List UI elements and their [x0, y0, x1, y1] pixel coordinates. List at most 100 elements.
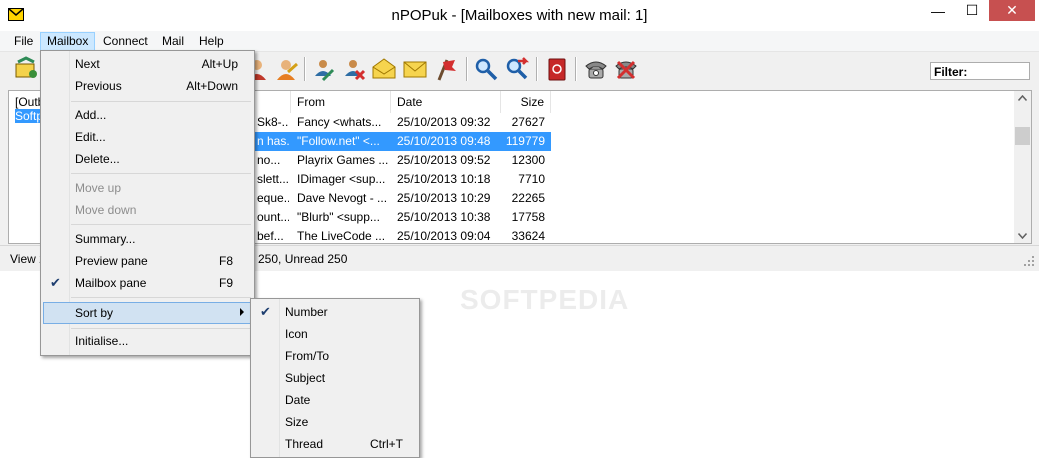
dial-up-icon[interactable]: [582, 55, 610, 83]
row-from: Dave Nevogt - ...: [297, 191, 388, 205]
sort-item-size[interactable]: Size: [253, 412, 415, 432]
menu-item-label: Move up: [75, 181, 122, 195]
filter-field[interactable]: Filter:: [930, 62, 1030, 80]
row-size: 12300: [511, 153, 545, 167]
maximize-button[interactable]: ☐: [955, 0, 989, 21]
menu-item-initialise[interactable]: Initialise...: [43, 331, 250, 351]
column-header-from[interactable]: From: [291, 91, 391, 113]
mailbox-softpedia[interactable]: Softp: [15, 109, 43, 123]
table-row-selected[interactable]: n has... "Follow.net" <... 25/10/2013 09…: [251, 132, 551, 151]
menu-item-preview-pane[interactable]: Preview pane F8: [43, 251, 250, 271]
sort-item-date[interactable]: Date: [253, 390, 415, 410]
menu-connect[interactable]: Connect: [97, 33, 154, 50]
sort-item-from-to[interactable]: From/To: [253, 346, 415, 366]
check-send-receive-icon[interactable]: [12, 55, 40, 83]
search-icon[interactable]: [472, 55, 500, 83]
row-size: 27627: [511, 115, 545, 129]
status-counts: 250, Unread 250: [258, 252, 348, 266]
sort-item-number[interactable]: ✔ Number: [253, 302, 415, 322]
menu-separator: [71, 328, 251, 329]
table-row[interactable]: bef... The LiveCode ... 25/10/2013 09:04…: [251, 227, 551, 243]
row-date: 25/10/2013 10:18: [397, 172, 491, 186]
menu-item-label: Next: [75, 57, 100, 71]
mailbox-menu: Next Alt+Up Previous Alt+Down Add... Edi…: [40, 50, 255, 356]
envelope-open-icon[interactable]: [370, 55, 398, 83]
menu-item-delete[interactable]: Delete...: [43, 149, 250, 169]
row-subject: ount...: [257, 210, 289, 224]
menu-item-move-up: Move up: [43, 178, 250, 198]
menu-item-label: Move down: [75, 203, 137, 217]
column-header-date[interactable]: Date: [391, 91, 501, 113]
check-icon: ✔: [260, 304, 271, 319]
row-subject: slett...: [257, 172, 289, 186]
menu-item-label: Preview pane: [75, 254, 148, 268]
row-size: 7710: [518, 172, 545, 186]
menu-item-shortcut: Alt+Up: [201, 57, 238, 71]
close-button[interactable]: ✕: [989, 0, 1035, 21]
vertical-scrollbar[interactable]: [1014, 91, 1031, 243]
toolbar-separator: [536, 57, 538, 81]
menu-item-next[interactable]: Next Alt+Up: [43, 54, 250, 74]
check-mail-icon[interactable]: [310, 55, 338, 83]
row-from: Playrix Games ...: [297, 153, 389, 167]
search-next-icon[interactable]: [503, 55, 531, 83]
table-row[interactable]: no... Playrix Games ... 25/10/2013 09:52…: [251, 151, 551, 170]
row-date: 25/10/2013 09:52: [397, 153, 491, 167]
menu-file[interactable]: File: [8, 33, 39, 50]
menu-item-label: Previous: [75, 79, 122, 93]
row-size: 119779: [505, 134, 545, 148]
menu-item-sort-by[interactable]: Sort by: [43, 302, 251, 324]
sort-item-subject[interactable]: Subject: [253, 368, 415, 388]
envelope-icon[interactable]: [401, 55, 429, 83]
row-subject: bef...: [257, 229, 284, 243]
menu-item-label: Initialise...: [75, 334, 129, 348]
table-row[interactable]: slett... IDimager <sup... 25/10/2013 10:…: [251, 170, 551, 189]
row-subject: no...: [257, 153, 281, 167]
submenu-arrow-icon: [240, 308, 244, 316]
address-book-icon[interactable]: [543, 55, 571, 83]
scroll-up-icon[interactable]: [1018, 95, 1027, 101]
column-header-size[interactable]: Size: [501, 91, 551, 113]
column-header-subject[interactable]: [251, 91, 291, 113]
menu-help[interactable]: Help: [193, 33, 230, 50]
menu-mail[interactable]: Mail: [156, 33, 190, 50]
menu-item-label: Size: [285, 415, 309, 429]
menu-item-previous[interactable]: Previous Alt+Down: [43, 76, 250, 96]
scroll-down-icon[interactable]: [1018, 233, 1027, 239]
menu-item-label: Mailbox pane: [75, 276, 147, 290]
menu-item-label: From/To: [285, 349, 330, 363]
window-title: nPOPuk - [Mailboxes with new mail: 1]: [391, 7, 648, 24]
menu-item-label: Edit...: [75, 130, 106, 144]
sort-item-icon[interactable]: Icon: [253, 324, 415, 344]
resize-grip-icon[interactable]: [1023, 255, 1035, 267]
table-row[interactable]: Sk8-... Fancy <whats... 25/10/2013 09:32…: [251, 113, 551, 132]
menu-item-edit[interactable]: Edit...: [43, 127, 250, 147]
menu-mailbox[interactable]: Mailbox: [40, 32, 96, 51]
minimize-button[interactable]: —: [921, 0, 955, 21]
row-from: "Follow.net" <...: [297, 134, 380, 148]
menu-item-shortcut: F8: [218, 254, 233, 268]
sort-item-thread[interactable]: Thread Ctrl+T: [253, 434, 415, 454]
row-subject: Sk8-...: [257, 115, 289, 129]
flag-icon[interactable]: [433, 55, 461, 83]
row-subject: eque...: [257, 191, 289, 205]
menu-item-summary[interactable]: Summary...: [43, 229, 250, 249]
menu-item-label: Number: [285, 305, 328, 319]
row-from: "Blurb" <supp...: [297, 210, 380, 224]
row-date: 25/10/2013 09:04: [397, 229, 491, 243]
menu-item-mailbox-pane[interactable]: ✔ Mailbox pane F9: [43, 273, 250, 293]
message-list[interactable]: From Date Size Sk8-... Fancy <whats... 2…: [250, 90, 1032, 244]
menu-item-label: Thread: [285, 437, 324, 451]
menu-item-label: Subject: [285, 371, 326, 385]
menu-item-label: Sort by: [75, 306, 114, 320]
mailbox-pane[interactable]: [Outb Softp: [8, 90, 44, 244]
menu-item-add[interactable]: Add...: [43, 105, 250, 125]
table-row[interactable]: ount... "Blurb" <supp... 25/10/2013 10:3…: [251, 208, 551, 227]
delete-mail-icon[interactable]: [340, 55, 368, 83]
menu-item-label: Add...: [75, 108, 107, 122]
scroll-thumb[interactable]: [1015, 127, 1030, 145]
disconnect-icon[interactable]: [612, 55, 640, 83]
user-icon-2[interactable]: [272, 55, 300, 83]
menu-item-label: Icon: [285, 327, 308, 341]
table-row[interactable]: eque... Dave Nevogt - ... 25/10/2013 10:…: [251, 189, 551, 208]
